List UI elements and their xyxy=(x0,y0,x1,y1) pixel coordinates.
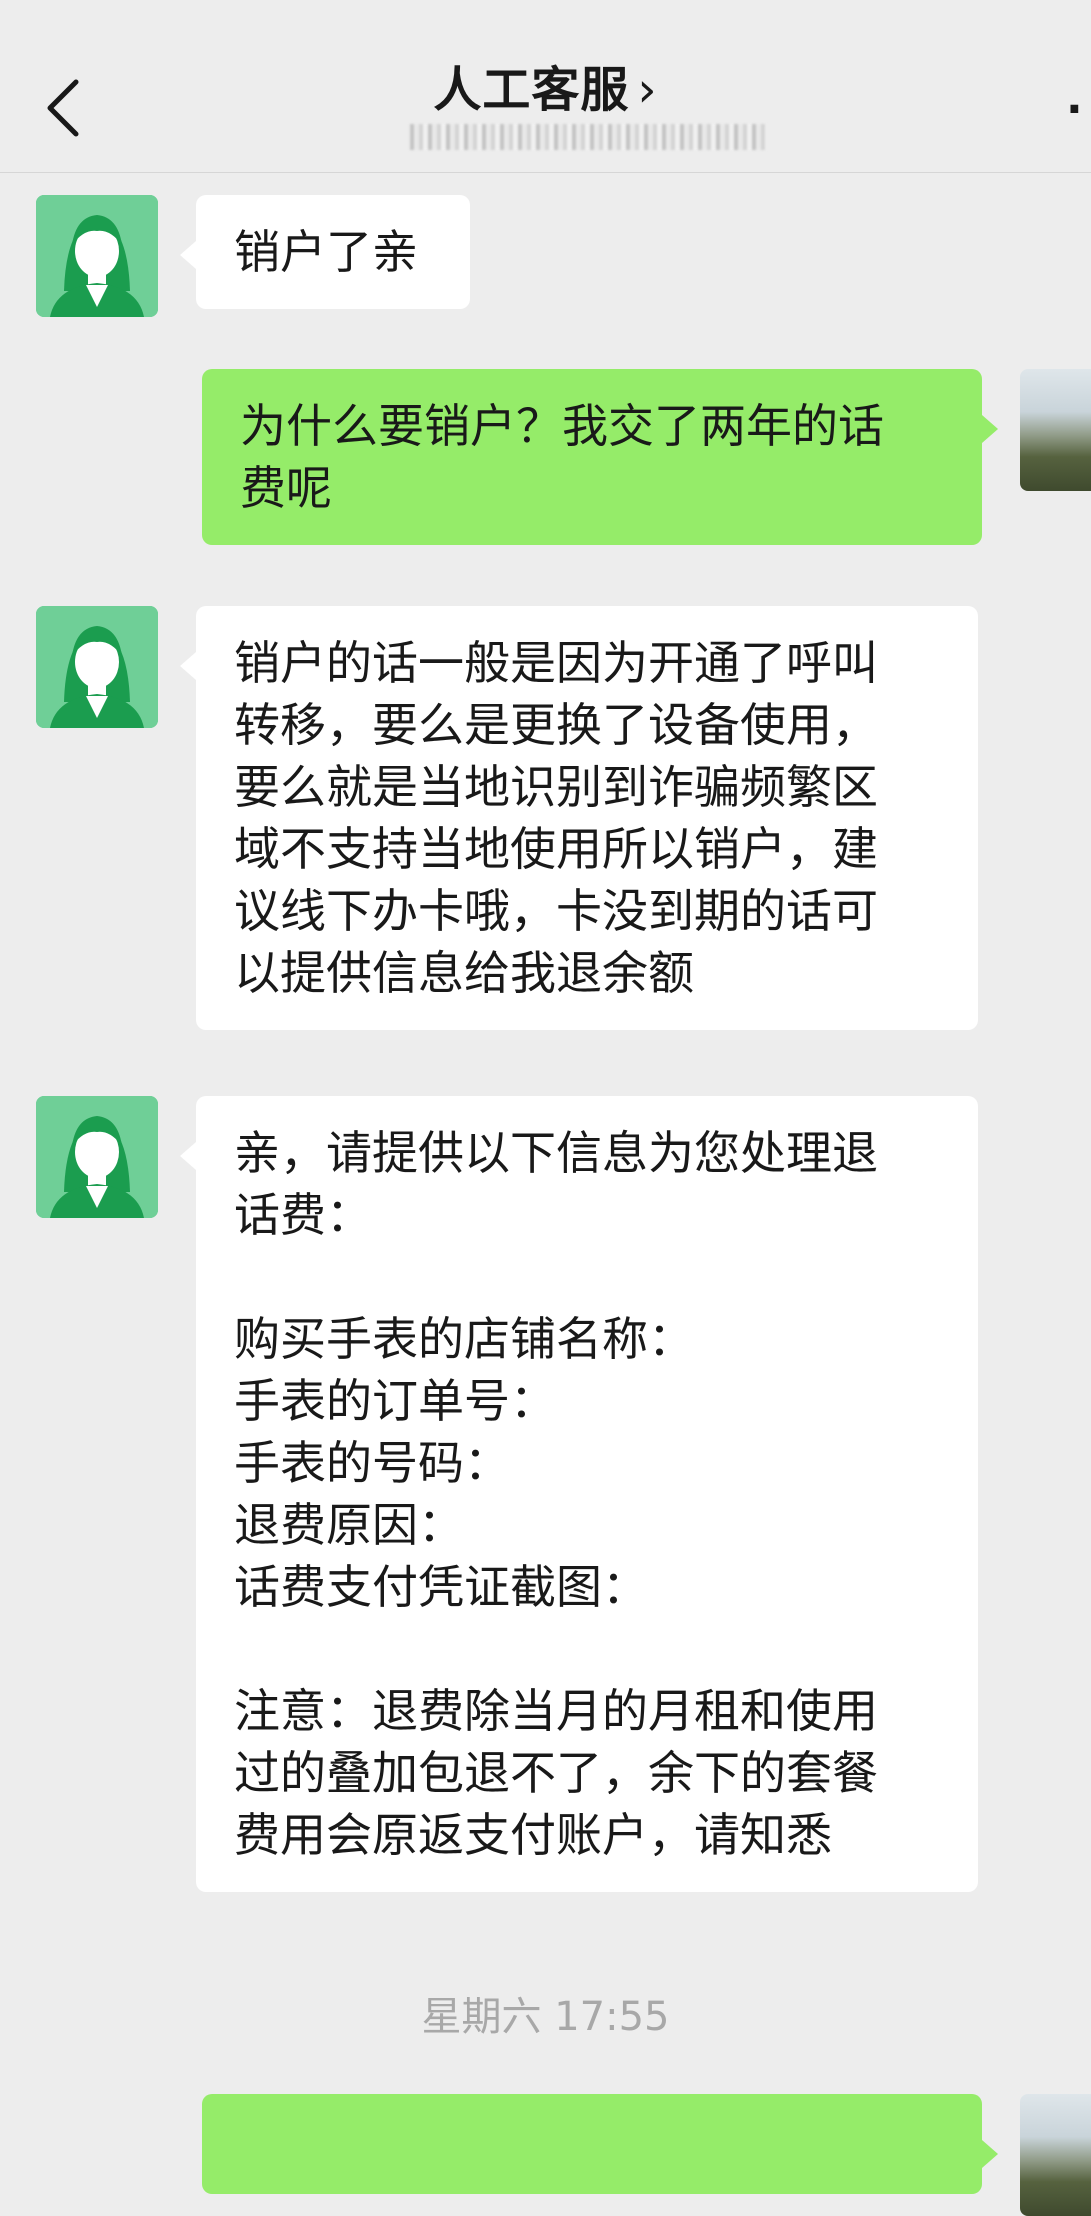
message-bubble-agent[interactable]: 亲，请提供以下信息为您处理退 话费： 购买手表的店铺名称： 手表的订单号： 手表… xyxy=(180,1096,978,1892)
blurred-subtitle xyxy=(410,124,766,150)
agent-person-icon xyxy=(36,195,158,317)
agent-avatar[interactable] xyxy=(36,195,158,317)
more-dots-icon[interactable]: ·· xyxy=(1066,88,1091,132)
message-timestamp: 星期六 17:55 xyxy=(421,1994,670,2040)
message-bubble-user[interactable]: 为什么要销户？我交了两年的话 费呢 xyxy=(202,369,998,545)
user-avatar[interactable] xyxy=(1020,2094,1091,2216)
chat-title[interactable]: 人工客服 › xyxy=(0,56,1091,124)
agent-person-icon xyxy=(36,1096,158,1218)
chevron-right-icon: › xyxy=(637,62,658,118)
message-bubble-user[interactable] xyxy=(202,2094,998,2194)
user-avatar[interactable] xyxy=(1020,369,1091,491)
agent-avatar[interactable] xyxy=(36,606,158,728)
chat-header: 人工客服› ·· xyxy=(0,0,1091,173)
agent-person-icon xyxy=(36,606,158,728)
message-bubble-agent[interactable]: 销户了亲 xyxy=(180,195,470,309)
agent-avatar[interactable] xyxy=(36,1096,158,1218)
chat-title-text: 人工客服 xyxy=(433,62,630,118)
message-bubble-agent[interactable]: 销户的话一般是因为开通了呼叫 转移，要么是更换了设备使用， 要么就是当地识别到诈… xyxy=(180,606,978,1030)
